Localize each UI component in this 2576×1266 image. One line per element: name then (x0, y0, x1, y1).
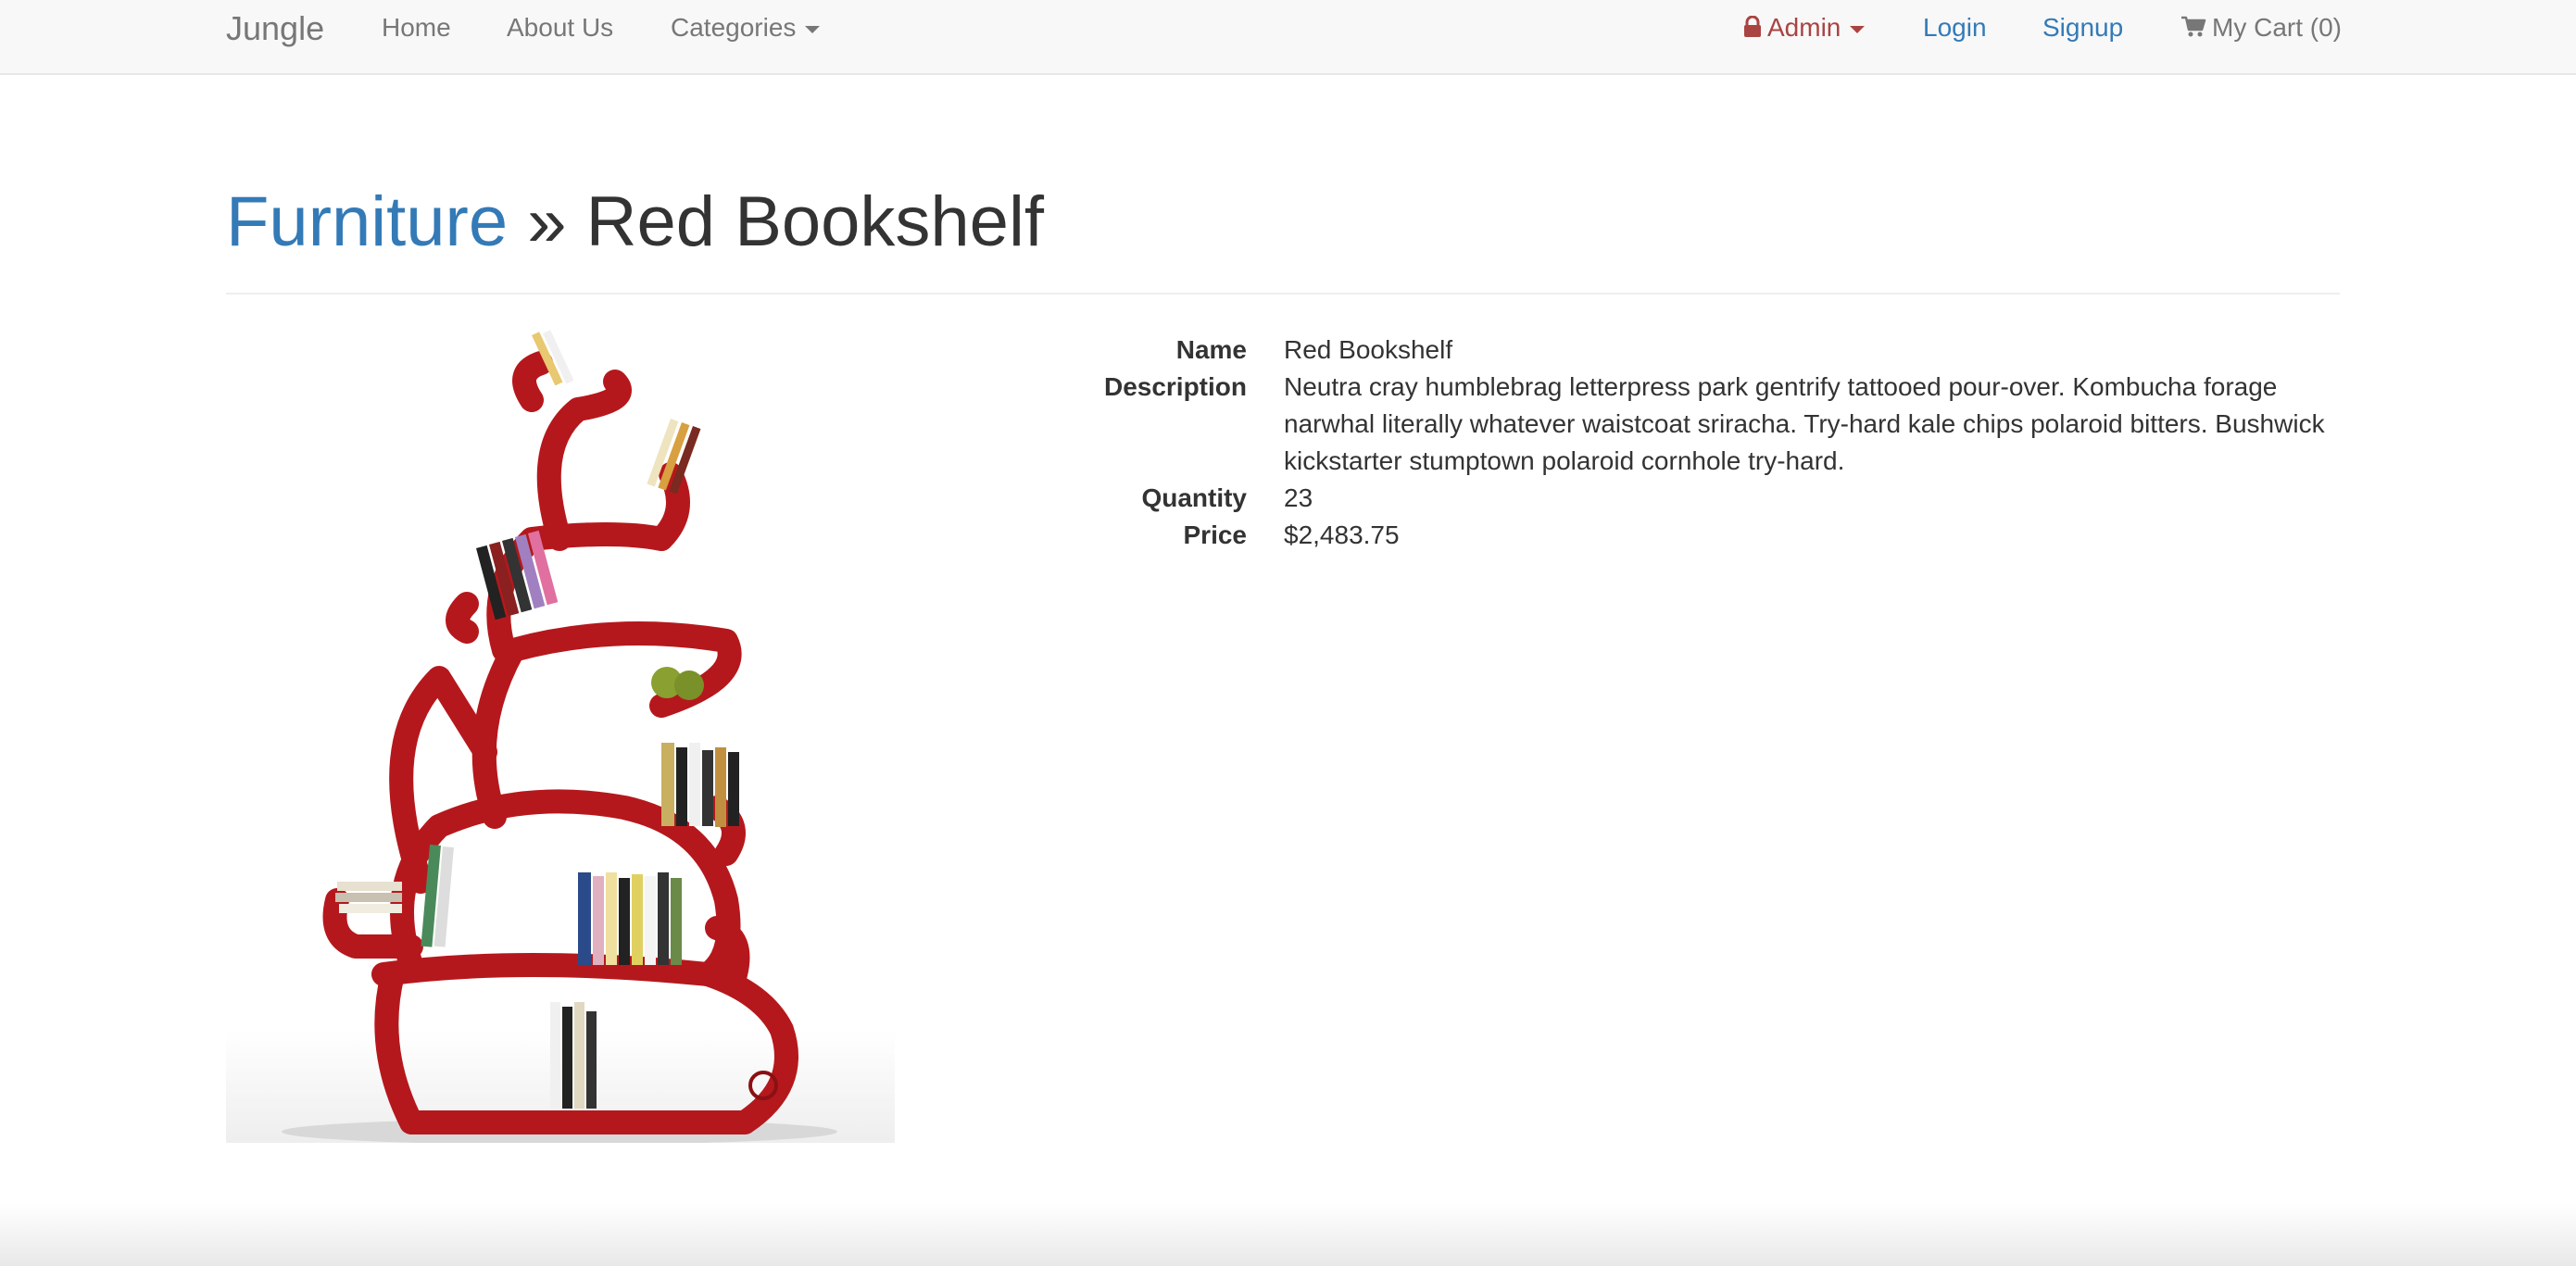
page-title: Furniture » Red Bookshelf (226, 176, 2340, 269)
detail-label-name: Name (1175, 335, 1247, 364)
detail-row-price: Price $2,483.75 (1082, 517, 2342, 554)
nav-about[interactable]: About Us (507, 13, 613, 43)
product-title: Red Bookshelf (585, 182, 1044, 261)
top-navbar: Jungle Home About Us Categories Admin Lo… (0, 0, 2576, 75)
detail-label-price: Price (1183, 520, 1248, 549)
nav-cart-label: My Cart (0) (2212, 13, 2342, 42)
chevron-down-icon (1850, 25, 1866, 33)
shopping-cart-icon (2181, 16, 2206, 37)
detail-value-name: Red Bookshelf (1284, 335, 1453, 364)
page-header: Furniture » Red Bookshelf (226, 176, 2340, 295)
detail-row-name: Name Red Bookshelf (1082, 332, 2342, 369)
nav-login[interactable]: Login (1923, 13, 1987, 43)
nav-categories-label: Categories (671, 13, 797, 42)
nav-signup[interactable]: Signup (2042, 13, 2123, 43)
detail-value-price: $2,483.75 (1284, 520, 1400, 549)
nav-cart[interactable]: My Cart (0) (2180, 13, 2342, 43)
breadcrumb-separator: » (527, 182, 567, 261)
nav-admin-dropdown[interactable]: Admin (1743, 13, 1866, 43)
product-details: Name Red Bookshelf Description Neutra cr… (1082, 332, 2342, 554)
nav-admin-label: Admin (1767, 13, 1841, 42)
product-image (226, 326, 895, 1145)
brand-link[interactable]: Jungle (226, 9, 324, 48)
detail-value-quantity: 23 (1284, 483, 1313, 512)
detail-row-description: Description Neutra cray humblebrag lette… (1082, 369, 2342, 480)
detail-label-description: Description (1103, 372, 1247, 401)
bottom-shadow (0, 1204, 2576, 1266)
lock-icon (1744, 15, 1761, 37)
chevron-down-icon (805, 25, 821, 33)
nav-categories-dropdown[interactable]: Categories (671, 13, 821, 43)
detail-label-quantity: Quantity (1141, 483, 1247, 512)
detail-row-quantity: Quantity 23 (1082, 480, 2342, 517)
detail-value-description: Neutra cray humblebrag letterpress park … (1284, 372, 2325, 475)
nav-home[interactable]: Home (382, 13, 451, 43)
category-breadcrumb-link[interactable]: Furniture (226, 182, 508, 261)
